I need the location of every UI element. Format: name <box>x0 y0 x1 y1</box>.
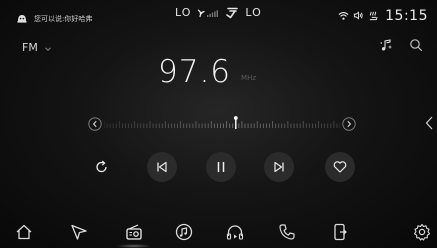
settings-gear-icon <box>413 223 431 241</box>
dock-home[interactable] <box>12 220 36 244</box>
dock-apps[interactable] <box>328 220 352 244</box>
scale-next-button[interactable] <box>342 117 356 131</box>
next-icon <box>274 161 284 173</box>
phone-icon <box>279 224 295 240</box>
favorite-icon <box>333 161 347 173</box>
system-status: 15:15 <box>338 6 428 25</box>
frequency-unit: MHz <box>241 74 257 82</box>
pause-button[interactable] <box>206 152 236 182</box>
refresh-button[interactable] <box>87 152 117 182</box>
dock-settings[interactable] <box>410 220 434 244</box>
dock-phone[interactable] <box>275 220 299 244</box>
header-actions <box>379 38 423 52</box>
home-icon <box>16 224 32 240</box>
airflow-mode-icon <box>225 7 239 19</box>
dock-radio[interactable] <box>116 220 152 248</box>
pause-icon <box>217 162 225 172</box>
tuner-needle-knob <box>233 116 238 120</box>
music-disc-icon <box>175 223 193 241</box>
right-temp: LO <box>245 6 262 19</box>
favorite-button[interactable] <box>325 152 355 182</box>
seat-heater-icon <box>368 6 379 25</box>
search-icon[interactable] <box>409 38 423 52</box>
assistant-hint: 您可以说:你好哈弗 <box>34 14 93 23</box>
previous-button[interactable] <box>147 152 177 182</box>
band-label: FM <box>22 41 38 54</box>
scale-prev-button[interactable] <box>88 117 102 131</box>
climate-status[interactable]: LO LO <box>175 6 262 19</box>
chevron-down-icon <box>44 38 52 57</box>
bottom-dock <box>0 215 437 248</box>
headphones-icon <box>226 225 244 240</box>
volume-icon <box>353 6 364 25</box>
left-temp: LO <box>175 6 192 19</box>
frequency-value: 97.6 <box>158 54 232 90</box>
previous-icon <box>157 161 167 173</box>
frequency-ticks[interactable] <box>104 116 340 132</box>
fan-icon <box>197 8 219 18</box>
radio-screen: 您可以说:你好哈弗 LO LO 15:15 FM 97.6 MHz <box>0 0 437 248</box>
wifi-icon <box>338 6 349 25</box>
radio-icon <box>126 224 142 240</box>
navigation-icon <box>71 224 87 240</box>
dock-music[interactable] <box>172 220 196 244</box>
band-selector[interactable]: FM <box>22 38 52 57</box>
assistant-icon <box>16 9 28 28</box>
tuner-scale[interactable] <box>84 112 360 136</box>
frequency-display: 97.6 MHz <box>158 54 256 90</box>
dock-navigation[interactable] <box>67 220 91 244</box>
voice-assistant[interactable]: 您可以说:你好哈弗 <box>16 9 92 28</box>
phone-projection-icon <box>334 223 347 241</box>
playback-controls <box>87 152 355 182</box>
side-panel-chevron-icon[interactable] <box>424 115 434 131</box>
dock-audiobook[interactable] <box>223 220 247 244</box>
clock: 15:15 <box>385 7 428 24</box>
status-bar: 您可以说:你好哈弗 LO LO 15:15 <box>0 0 437 28</box>
music-note-icon[interactable] <box>379 38 393 52</box>
refresh-icon <box>96 160 107 173</box>
next-button[interactable] <box>264 152 294 182</box>
